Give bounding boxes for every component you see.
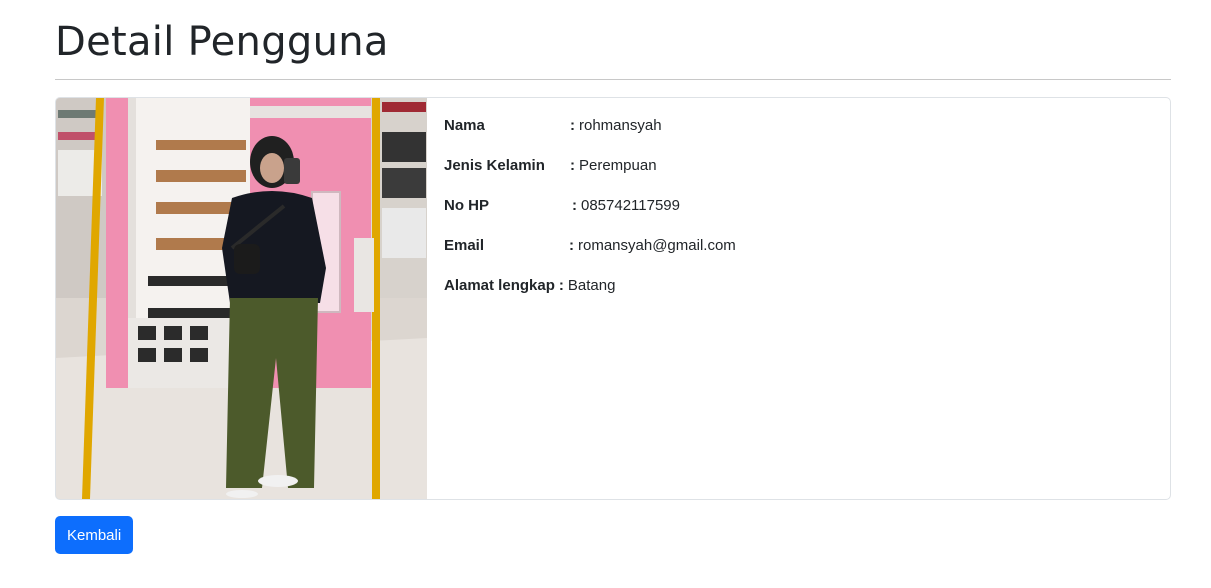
field-label: Nama [444,117,485,134]
field-separator: : [570,157,575,174]
title-divider [55,79,1171,80]
field-no-hp: No HP : 085742117599 [444,196,736,216]
field-label: Email [444,237,485,254]
field-value: romansyah@gmail.com [578,237,736,254]
field-nama: Nama : rohmansyah [444,116,736,136]
user-detail-card: Nama : rohmansyah Jenis Kelamin : Peremp… [55,97,1171,500]
back-button[interactable]: Kembali [55,516,134,554]
user-photo [56,98,427,499]
field-alamat-lengkap: Alamat lengkap : Batang [444,276,736,296]
field-separator: : [572,197,577,214]
field-separator: : [558,277,564,294]
field-separator: : [570,117,575,134]
user-details: Nama : rohmansyah Jenis Kelamin : Peremp… [444,116,736,316]
field-label: No HP [444,197,489,214]
field-label: Jenis Kelamin [444,157,545,174]
field-label: Alamat lengkap [444,277,555,294]
field-email: Email : romansyah@gmail.com [444,236,736,256]
field-value: rohmansyah [579,117,662,134]
field-separator: : [569,237,574,254]
page-title: Detail Pengguna [55,19,389,65]
field-value: 085742117599 [581,197,680,214]
page-container: Detail Pengguna Nama: rohmansyah Jenis … [55,0,1171,554]
field-value: Batang [567,277,616,294]
mirror-selfie-illustration [56,98,427,499]
field-jenis-kelamin: Jenis Kelamin : Perempuan [444,156,736,176]
field-value: Perempuan [579,157,657,174]
